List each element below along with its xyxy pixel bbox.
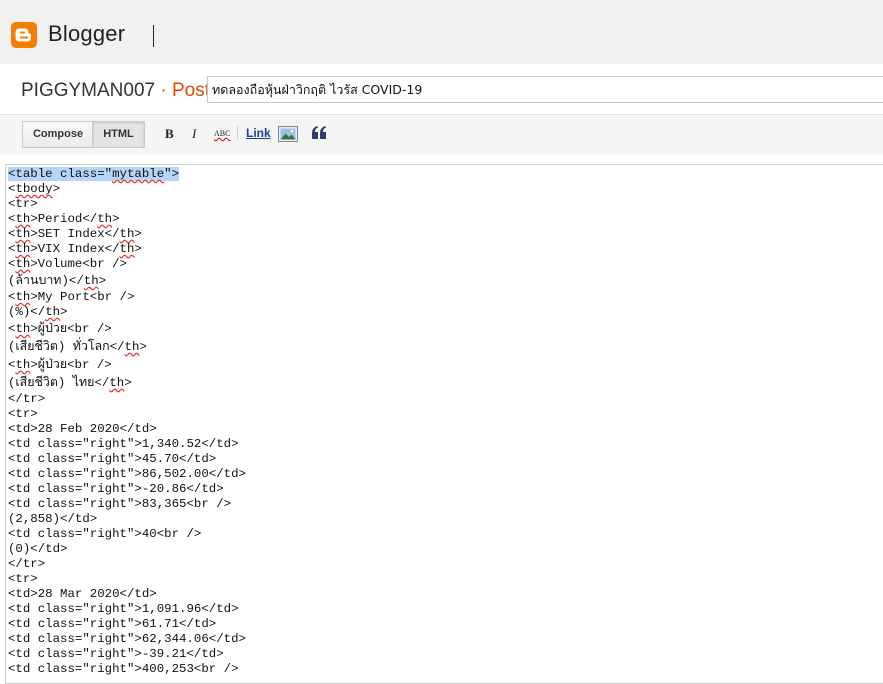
code-line[interactable]: (เสียชีวิต) ทั่วโลก</th>: [8, 338, 883, 356]
tab-compose[interactable]: Compose: [22, 121, 93, 148]
code-line[interactable]: <td class="right">61.71</td>: [8, 617, 883, 632]
spellcheck-word[interactable]: th: [15, 358, 30, 372]
code-line[interactable]: <td class="right">1,091.96</td>: [8, 602, 883, 617]
code-line[interactable]: (%)</th>: [8, 305, 883, 320]
link-button[interactable]: Link: [246, 126, 271, 140]
code-line[interactable]: <th>Volume<br />: [8, 257, 883, 272]
spellcheck-word[interactable]: th: [120, 227, 135, 241]
code-line[interactable]: <tr>: [8, 197, 883, 212]
code-line[interactable]: <td class="right">40<br />: [8, 527, 883, 542]
code-line[interactable]: <tbody>: [8, 182, 883, 197]
spellcheck-word[interactable]: th: [15, 227, 30, 241]
code-line[interactable]: <th>ผู้ป่วย<br />: [8, 320, 883, 338]
spellcheck-word[interactable]: th: [15, 242, 30, 256]
blog-name[interactable]: PIGGYMAN007: [21, 80, 155, 101]
code-line[interactable]: <th>My Port<br />: [8, 290, 883, 305]
code-line[interactable]: <td class="right">86,502.00</td>: [8, 467, 883, 482]
html-source-code[interactable]: <table class="mytable"> <tbody> <tr> <th>Pe…: [6, 165, 883, 677]
spellcheck-word[interactable]: th: [84, 274, 99, 288]
tab-html[interactable]: HTML: [92, 121, 145, 148]
spellcheck-word[interactable]: th: [120, 242, 135, 256]
code-line[interactable]: (ล้านบาท)</th>: [8, 272, 883, 290]
code-line[interactable]: <td class="right">62,344.06</td>: [8, 632, 883, 647]
brand-name[interactable]: Blogger: [48, 21, 125, 47]
spellcheck-button[interactable]: ABC: [214, 129, 230, 138]
blogger-logo-icon[interactable]: [11, 22, 37, 48]
code-line[interactable]: </tr>: [8, 557, 883, 572]
italic-button[interactable]: I: [192, 126, 196, 142]
code-line[interactable]: <td class="right">1,340.52</td>: [8, 437, 883, 452]
code-line[interactable]: <th>SET Index</th>: [8, 227, 883, 242]
code-line[interactable]: <th>VIX Index</th>: [8, 242, 883, 257]
spellcheck-word[interactable]: th: [125, 340, 140, 354]
spellcheck-word[interactable]: tbody: [15, 182, 52, 196]
code-line[interactable]: <td>28 Mar 2020</td>: [8, 587, 883, 602]
spellcheck-word[interactable]: mytable: [112, 167, 164, 181]
spellcheck-word[interactable]: th: [45, 305, 60, 319]
spellcheck-word[interactable]: th: [109, 376, 124, 390]
breadcrumb-separator: ·: [160, 80, 167, 101]
code-line[interactable]: (0)</td>: [8, 542, 883, 557]
quote-icon[interactable]: [312, 126, 326, 139]
spellcheck-word[interactable]: th: [15, 322, 30, 336]
code-line[interactable]: <td class="right">83,365<br />: [8, 497, 883, 512]
code-line[interactable]: <th>ผู้ป่วย<br />: [8, 356, 883, 374]
code-line[interactable]: <td class="right">-39.21</td>: [8, 647, 883, 662]
code-line[interactable]: <tr>: [8, 572, 883, 587]
section-label: Post: [172, 80, 211, 101]
spellcheck-word[interactable]: th: [15, 290, 30, 304]
code-line[interactable]: <th>Period</th>: [8, 212, 883, 227]
code-line[interactable]: (เสียชีวิต) ไทย</th>: [8, 374, 883, 392]
divider: [153, 25, 154, 47]
code-line[interactable]: <tr>: [8, 407, 883, 422]
code-line[interactable]: <table class="mytable">: [8, 167, 883, 182]
spellcheck-word[interactable]: th: [15, 212, 30, 226]
code-line[interactable]: <td class="right">400,253<br />: [8, 662, 883, 677]
post-title-input[interactable]: [207, 76, 883, 103]
image-icon[interactable]: [278, 126, 298, 142]
toolbar-divider: [237, 126, 238, 140]
spellcheck-word[interactable]: th: [97, 212, 112, 226]
code-line[interactable]: <td class="right">45.70</td>: [8, 452, 883, 467]
code-line[interactable]: <td>28 Feb 2020</td>: [8, 422, 883, 437]
top-bar: Blogger: [0, 0, 883, 64]
selected-text[interactable]: <table class="mytable">: [8, 167, 180, 181]
code-line[interactable]: </tr>: [8, 392, 883, 407]
code-line[interactable]: <td class="right">-20.86</td>: [8, 482, 883, 497]
spellcheck-word[interactable]: th: [15, 257, 30, 271]
bold-button[interactable]: B: [165, 126, 174, 142]
html-editor[interactable]: <table class="mytable"> <tbody> <tr> <th>Pe…: [5, 164, 883, 684]
code-line[interactable]: (2,858)</td>: [8, 512, 883, 527]
blog-breadcrumb: PIGGYMAN007 · Post: [21, 80, 210, 102]
